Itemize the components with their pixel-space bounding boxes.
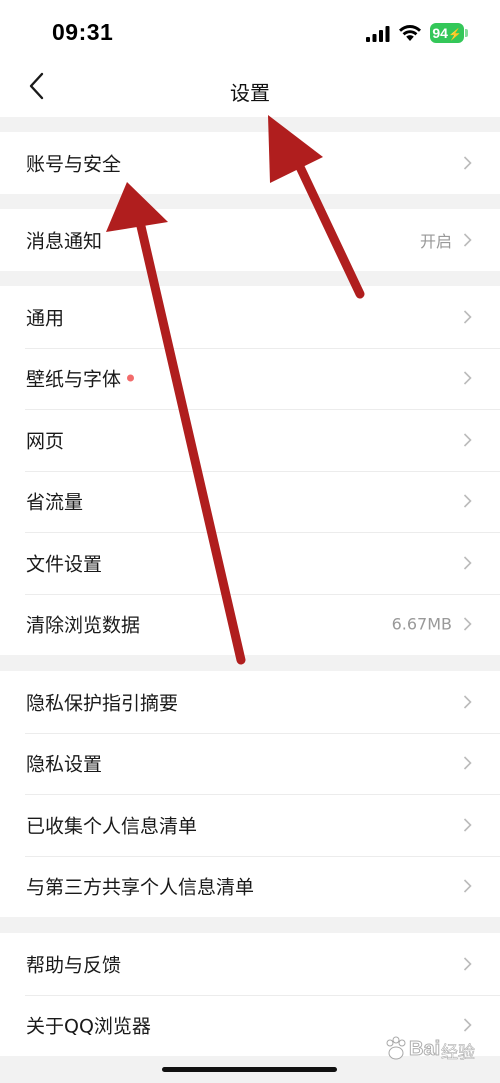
row-file-settings[interactable]: 文件设置: [0, 532, 500, 594]
row-label: 消息通知: [26, 230, 103, 253]
row-label: 账号与安全: [26, 153, 122, 176]
row-clear-browsing-data[interactable]: 清除浏览数据 6.67MB: [0, 593, 500, 656]
cache-size-value: 6.67MB: [391, 614, 452, 634]
row-label-with-badge: 壁纸与字体: [26, 365, 135, 392]
chevron-right-icon: [463, 617, 472, 631]
settings-group-account: 账号与安全: [0, 132, 500, 194]
watermark-brand: Bai: [408, 1038, 441, 1061]
row-label: 关于QQ浏览器: [26, 1015, 151, 1038]
row-label: 已收集个人信息清单: [26, 815, 198, 838]
new-badge-dot: [127, 374, 135, 382]
chevron-right-icon: [463, 818, 472, 832]
row-third-party-sharing-list[interactable]: 与第三方共享个人信息清单: [0, 855, 500, 918]
battery-cap: [465, 29, 468, 37]
chevron-right-icon: [463, 957, 472, 971]
chevron-right-icon: [463, 233, 472, 247]
settings-group-privacy: 隐私保护指引摘要 隐私设置 已收集个人信息清单 与第三方共享个人信息清单: [0, 671, 500, 917]
row-label: 通用: [26, 307, 65, 330]
watermark: Bai 经验: [383, 1030, 498, 1070]
row-wallpaper-font[interactable]: 壁纸与字体: [0, 347, 500, 410]
chevron-right-icon: [463, 756, 472, 770]
settings-group-notifications: 消息通知 开启: [0, 209, 500, 271]
row-data-saver[interactable]: 省流量: [0, 470, 500, 533]
row-privacy-settings[interactable]: 隐私设置: [0, 732, 500, 795]
chevron-right-icon: [463, 879, 472, 893]
status-bar: 09:31 94⚡: [0, 0, 500, 66]
row-privacy-guide-summary[interactable]: 隐私保护指引摘要: [0, 671, 500, 733]
chevron-right-icon: [463, 556, 472, 570]
row-label: 文件设置: [26, 553, 103, 576]
row-label: 隐私设置: [26, 753, 103, 776]
row-collected-info-list[interactable]: 已收集个人信息清单: [0, 794, 500, 856]
chevron-right-icon: [463, 494, 472, 508]
wifi-icon: [399, 25, 421, 41]
notification-status-value: 开启: [419, 231, 452, 251]
row-general[interactable]: 通用: [0, 286, 500, 348]
chevron-right-icon: [463, 695, 472, 709]
settings-group-general: 通用 壁纸与字体 网页 省流量 文件设置 清除浏览数据 6.67MB: [0, 286, 500, 655]
chevron-right-icon: [463, 371, 472, 385]
row-label: 省流量: [26, 491, 84, 514]
row-webpage[interactable]: 网页: [0, 409, 500, 471]
chevron-right-icon: [463, 433, 472, 447]
watermark-sub: 经验: [441, 1043, 476, 1064]
chevron-right-icon: [463, 310, 472, 324]
battery-indicator: 94⚡: [430, 23, 464, 43]
paw-icon: [386, 1036, 406, 1060]
chevron-right-icon: [463, 156, 472, 170]
cellular-signal-icon: [366, 26, 390, 42]
status-time: 09:31: [52, 19, 114, 45]
row-help-feedback[interactable]: 帮助与反馈: [0, 933, 500, 995]
battery-level: 94: [432, 25, 448, 41]
row-label: 隐私保护指引摘要: [26, 692, 179, 715]
home-indicator[interactable]: [162, 1067, 337, 1072]
row-notifications[interactable]: 消息通知 开启: [0, 209, 500, 271]
row-label: 帮助与反馈: [26, 954, 122, 977]
nav-bar: 设置: [0, 66, 500, 117]
row-label: 与第三方共享个人信息清单: [26, 876, 255, 899]
row-account-security[interactable]: 账号与安全: [0, 132, 500, 194]
page-title: 设置: [230, 81, 270, 105]
row-label: 清除浏览数据: [26, 614, 141, 637]
row-label: 壁纸与字体: [26, 368, 122, 391]
row-label: 网页: [26, 430, 65, 453]
